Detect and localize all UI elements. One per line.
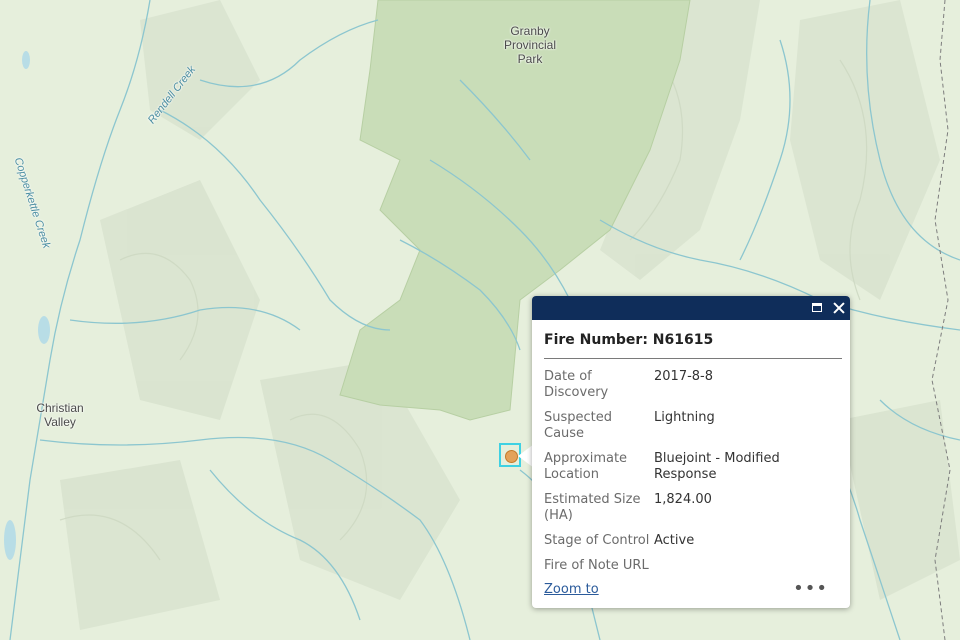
attribute-row: Estimated Size (HA) 1,824.00 bbox=[544, 490, 834, 531]
attribute-key: Approximate Location bbox=[544, 451, 628, 482]
attribute-key: Stage of Control bbox=[544, 533, 650, 548]
attribute-value: Active bbox=[654, 533, 695, 548]
popup-header bbox=[532, 296, 850, 320]
attribute-row: Approximate Location Bluejoint - Modified… bbox=[544, 449, 834, 490]
attribute-value: 2017-8-8 bbox=[654, 369, 714, 384]
attribute-value: Lightning bbox=[654, 410, 715, 425]
attribute-row: Suspected Cause Lightning bbox=[544, 408, 834, 449]
valley-label: Christian Valley bbox=[36, 401, 84, 429]
attribute-table: Date of Discovery 2017-8-8 Suspected Cause… bbox=[544, 367, 834, 581]
attribute-value: 1,824.00 bbox=[654, 492, 712, 507]
fire-icon bbox=[505, 450, 518, 463]
attribute-key: Estimated Size (HA) bbox=[544, 492, 641, 523]
attribute-row: Date of Discovery 2017-8-8 bbox=[544, 367, 834, 408]
more-options-button[interactable]: ••• bbox=[793, 578, 828, 599]
attribute-key: Date of Discovery bbox=[544, 369, 609, 400]
attribute-key: Suspected Cause bbox=[544, 410, 613, 441]
popup-title: Fire Number: N61615 bbox=[544, 332, 842, 359]
attribute-row: Stage of Control Active bbox=[544, 531, 834, 556]
fire-info-popup: Fire Number: N61615 Date of Discovery 201… bbox=[532, 296, 850, 608]
park-label: Granby Provincial Park bbox=[503, 24, 557, 66]
close-icon[interactable] bbox=[831, 300, 847, 316]
zoom-to-link[interactable]: Zoom to bbox=[544, 582, 599, 597]
attribute-value: Bluejoint - Modified Response bbox=[654, 451, 780, 482]
popup-footer: Zoom to ••• bbox=[532, 578, 850, 608]
maximize-icon[interactable] bbox=[810, 300, 826, 316]
